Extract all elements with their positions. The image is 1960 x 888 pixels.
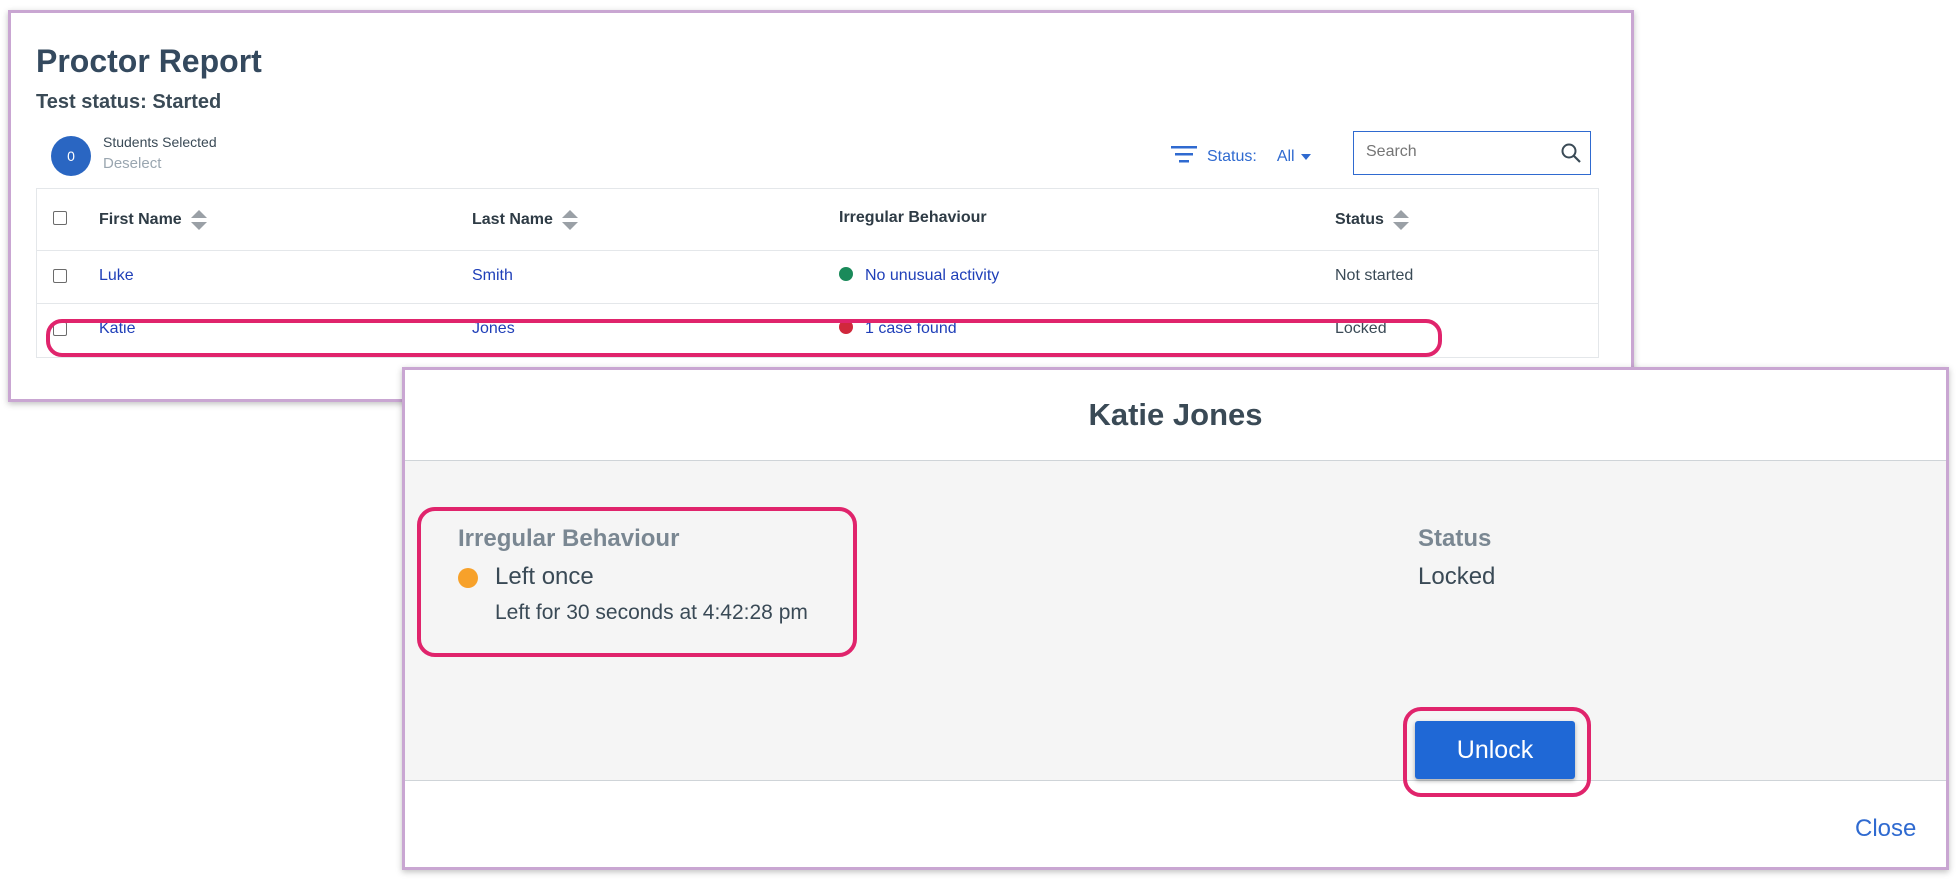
status-filter[interactable]: Status: All [1171,144,1311,169]
modal-body: Irregular Behaviour Left once Left for 3… [405,461,1946,797]
modal-header: Katie Jones [405,370,1946,461]
first-name-link[interactable]: Luke [99,267,134,285]
filter-label: Status: [1207,147,1257,165]
deselect-link[interactable]: Deselect [103,155,161,172]
sort-icon [1392,210,1409,230]
last-name-link[interactable]: Smith [472,267,513,285]
table-header-row: First Name Last Name Irregular Behaviour… [37,189,1598,251]
row-highlight [46,319,1442,357]
status-value: Locked [1418,563,1496,590]
warning-dot-icon [458,568,478,588]
status-text: Not started [1335,267,1414,284]
behaviour-link[interactable]: No unusual activity [839,267,999,285]
sort-icon [190,210,207,230]
close-button[interactable]: Close [1855,815,1916,843]
page-title: Proctor Report [36,43,262,79]
table-row: Luke Smith No unusual activity Not start… [37,251,1598,304]
selected-count-badge: 0 [51,136,91,176]
status-filter-dropdown[interactable]: All [1277,148,1311,166]
status-label: Status [1418,525,1492,552]
behaviour-value: Left once [495,563,594,590]
modal-title: Katie Jones [1088,397,1263,432]
student-detail-modal: Katie Jones Irregular Behaviour Left onc… [402,367,1949,870]
status-dot-icon [839,267,853,281]
search-box [1353,131,1591,175]
students-selected-label: Students Selected [103,134,217,150]
proctor-report-panel: Proctor Report Test status: Started 0 St… [8,10,1634,402]
filter-icon [1171,144,1197,169]
col-status[interactable]: Status [1335,209,1410,231]
search-input[interactable] [1354,132,1556,172]
row-checkbox[interactable] [53,269,67,283]
col-irregular-behaviour: Irregular Behaviour [839,209,987,226]
chevron-down-icon [1300,153,1311,160]
test-status: Test status: Started [36,91,222,113]
col-last-name[interactable]: Last Name [472,209,579,231]
behaviour-label: Irregular Behaviour [458,525,680,552]
filter-value: All [1276,147,1295,165]
behaviour-detail: Left for 30 seconds at 4:42:28 pm [495,601,808,624]
sort-icon [561,210,578,230]
select-all-checkbox[interactable] [53,211,67,225]
col-first-name[interactable]: First Name [99,209,208,231]
search-icon[interactable] [1560,142,1582,169]
unlock-button[interactable]: Unlock [1415,721,1575,779]
